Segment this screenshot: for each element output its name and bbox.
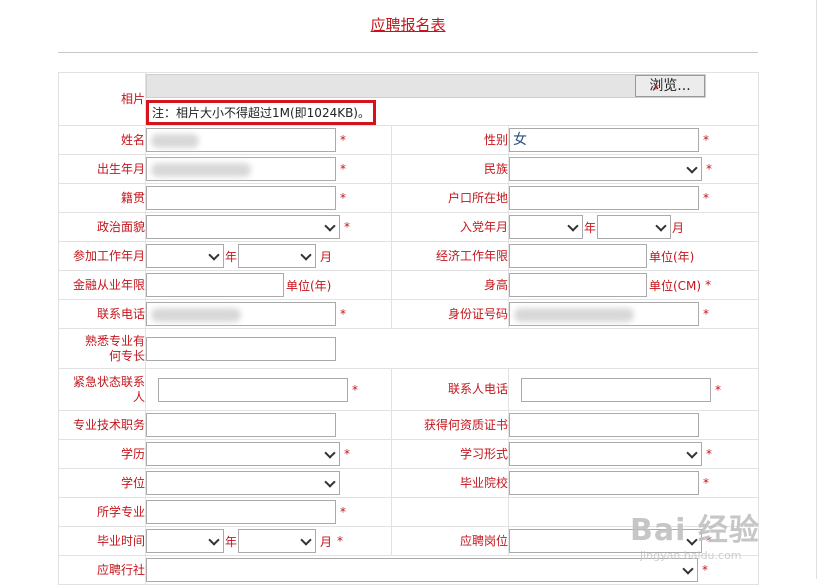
finance-years-input[interactable]: [146, 273, 284, 297]
emergency-contact-label: 紧急状态联系人: [58, 368, 146, 411]
party-year-select[interactable]: [509, 215, 583, 239]
id-label: 身份证号码: [391, 299, 509, 329]
redacted-value: [151, 308, 241, 322]
hukou-label: 户口所在地: [391, 183, 509, 213]
chevron-down-icon: [686, 162, 698, 174]
birth-label: 出生年月: [58, 154, 146, 184]
study-form-label: 学习形式: [391, 439, 509, 469]
contact-phone-label: 联系人电话: [391, 368, 509, 411]
browse-button[interactable]: 浏览...: [635, 75, 705, 97]
grad-month-select[interactable]: [238, 529, 317, 553]
id-input[interactable]: [509, 302, 699, 326]
specialty-input[interactable]: [146, 336, 336, 361]
major-label: 所学专业: [58, 497, 146, 527]
photo-required-mark: *: [653, 82, 659, 96]
photo-size-note: 注：相片大小不得超过1M(即1024KB)。: [146, 100, 376, 125]
watermark-logo: Bai 经验: [630, 513, 760, 548]
right-border: [816, 0, 817, 579]
height-label: 身高: [391, 270, 509, 300]
work-start-label: 参加工作年月: [58, 241, 146, 271]
chevron-down-icon: [682, 563, 694, 575]
name-label: 姓名: [58, 125, 146, 155]
chevron-down-icon: [208, 534, 220, 546]
watermark-url: jingyan.baidu.com: [640, 549, 742, 562]
party-date-label: 入党年月: [391, 212, 509, 242]
height-input[interactable]: [509, 273, 647, 297]
chevron-down-icon: [300, 249, 312, 261]
gender-input[interactable]: 女: [509, 128, 699, 152]
branch-label: 应聘行社: [58, 555, 146, 585]
degree-label: 学位: [58, 468, 146, 498]
emergency-contact-input[interactable]: [158, 377, 348, 402]
baidu-watermark: Bai 经验 jingyan.baidu.com: [630, 505, 760, 562]
photo-file-input[interactable]: 浏览...: [146, 74, 706, 98]
education-select[interactable]: [146, 442, 340, 466]
tech-title-label: 专业技术职务: [58, 410, 146, 440]
econ-years-input[interactable]: [509, 244, 647, 268]
major-input[interactable]: [146, 500, 336, 524]
position-label: 应聘岗位: [391, 526, 509, 556]
party-month-select[interactable]: [597, 215, 672, 239]
chevron-down-icon: [686, 447, 698, 459]
chevron-down-icon: [300, 534, 312, 546]
study-form-select[interactable]: [509, 442, 702, 466]
page-title: 应聘报名表: [370, 16, 446, 34]
grad-year-select[interactable]: [146, 529, 224, 553]
certificates-label: 获得何资质证书: [391, 410, 509, 440]
school-input[interactable]: [509, 471, 699, 495]
certificates-input[interactable]: [509, 413, 699, 437]
specialty-label: 熟悉专业有何专长: [58, 328, 146, 369]
redacted-value: [151, 163, 251, 177]
finance-years-label: 金融从业年限: [58, 270, 146, 300]
title-divider: [58, 52, 758, 53]
chevron-down-icon: [655, 220, 667, 232]
work-year-select[interactable]: [146, 244, 224, 268]
hukou-input[interactable]: [509, 186, 699, 210]
photo-label: 相片: [58, 72, 146, 126]
chevron-down-icon: [324, 220, 336, 232]
gender-label: 性别: [391, 125, 509, 155]
politics-select[interactable]: [146, 215, 340, 239]
chevron-down-icon: [324, 476, 336, 488]
phone-input[interactable]: [146, 302, 336, 326]
chevron-down-icon: [208, 249, 220, 261]
degree-select[interactable]: [146, 471, 340, 495]
ethnicity-select[interactable]: [509, 157, 702, 181]
native-input[interactable]: [146, 186, 336, 210]
econ-years-label: 经济工作年限: [391, 241, 509, 271]
politics-label: 政治面貌: [58, 212, 146, 242]
grad-time-label: 毕业时间: [58, 526, 146, 556]
work-month-select[interactable]: [238, 244, 317, 268]
chevron-down-icon: [324, 447, 336, 459]
school-label: 毕业院校: [391, 468, 509, 498]
redacted-value: [151, 134, 199, 148]
tech-title-input[interactable]: [146, 413, 336, 437]
chevron-down-icon: [567, 220, 579, 232]
education-label: 学历: [58, 439, 146, 469]
native-label: 籍贯: [58, 183, 146, 213]
name-input[interactable]: [146, 128, 336, 152]
redacted-value: [514, 308, 634, 322]
ethnicity-label: 民族: [391, 154, 509, 184]
birth-input[interactable]: [146, 157, 336, 181]
contact-phone-input[interactable]: [521, 377, 711, 402]
phone-label: 联系电话: [58, 299, 146, 329]
branch-select[interactable]: [146, 558, 698, 582]
